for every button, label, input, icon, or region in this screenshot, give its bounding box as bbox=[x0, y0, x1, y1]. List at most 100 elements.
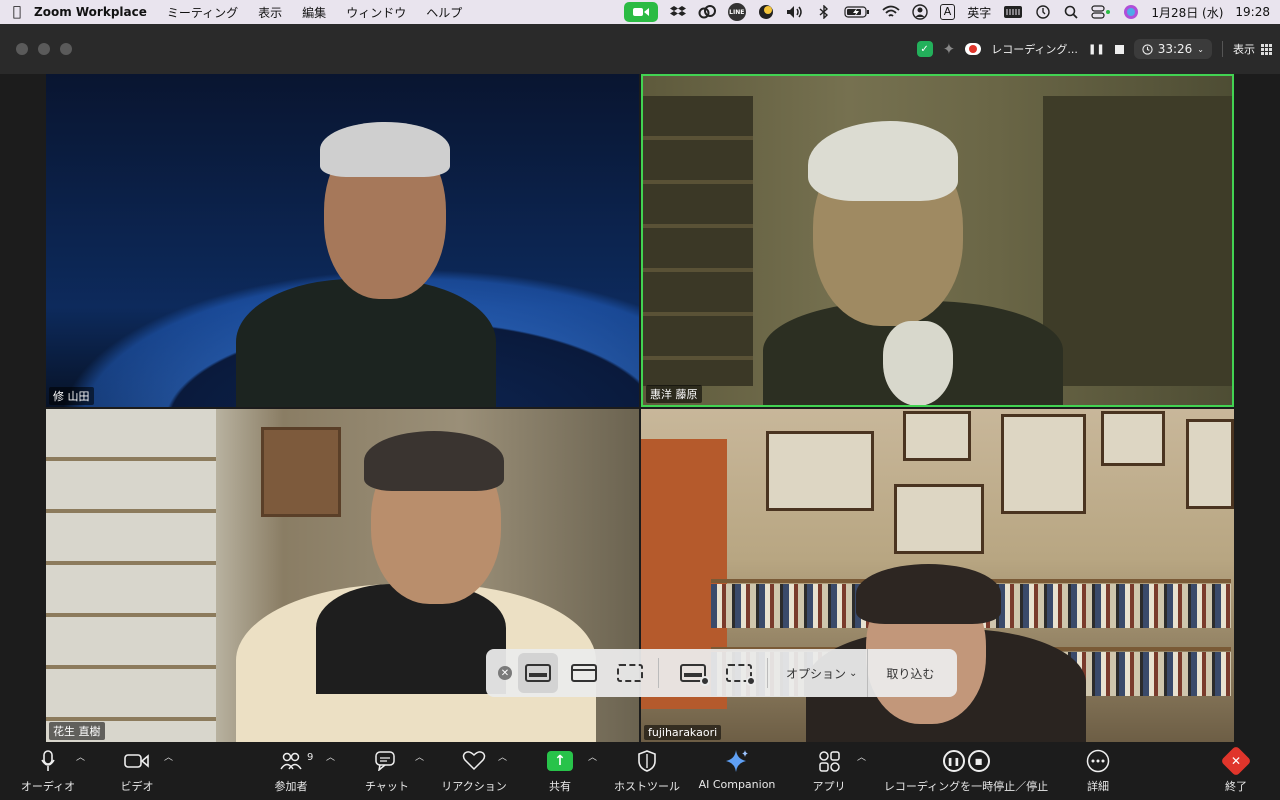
ai-companion-label: AI Companion bbox=[698, 778, 776, 791]
input-mode-label[interactable]: 英字 bbox=[967, 4, 991, 21]
chat-options-caret[interactable]: ︿ bbox=[415, 750, 424, 763]
host-tools-button[interactable]: ホストツール bbox=[612, 742, 682, 800]
end-x-icon: ✕ bbox=[1220, 745, 1252, 777]
end-meeting-button[interactable]: ✕ 終了 bbox=[1218, 742, 1254, 800]
full-screen-icon bbox=[525, 664, 551, 682]
window-title-bar: ✓ ✦ レコーディング... ❚❚ 33:26 ⌄ 表示 bbox=[0, 24, 1280, 74]
participants-options-caret[interactable]: ︿ bbox=[326, 750, 335, 763]
line-app-icon[interactable]: LINE bbox=[727, 3, 746, 21]
share-window-button[interactable] bbox=[564, 653, 604, 693]
control-center-icon[interactable] bbox=[1091, 5, 1111, 19]
toolbar-divider bbox=[658, 658, 659, 688]
menu-bar-date[interactable]: 1月28日 (水) bbox=[1151, 4, 1223, 21]
share-label: 共有 bbox=[549, 780, 571, 793]
spotlight-search-icon[interactable] bbox=[1063, 5, 1079, 19]
window-minimize-button[interactable] bbox=[38, 43, 50, 55]
moon-weather-icon[interactable] bbox=[758, 4, 774, 20]
more-label: 詳細 bbox=[1087, 780, 1109, 793]
recording-status-label[interactable]: レコーディング... bbox=[991, 41, 1078, 57]
menu-edit[interactable]: 編集 bbox=[302, 4, 326, 21]
participants-label: 参加者 bbox=[274, 780, 308, 793]
video-options-caret[interactable]: ︿ bbox=[164, 750, 173, 763]
meeting-timer[interactable]: 33:26 ⌄ bbox=[1133, 39, 1212, 59]
participant-name-label: fujiharakaori bbox=[644, 725, 722, 740]
more-button[interactable]: 詳細 bbox=[1082, 742, 1114, 800]
app-menu-zoom[interactable]: Zoom Workplace bbox=[34, 5, 147, 19]
menu-bar-time[interactable]: 19:28 bbox=[1235, 5, 1270, 19]
record-portion-button[interactable] bbox=[719, 653, 759, 693]
view-label: 表示 bbox=[1233, 43, 1255, 56]
picture-frame bbox=[1101, 411, 1165, 466]
keyboard-icon[interactable] bbox=[1003, 5, 1023, 19]
video-tile-participant-2-active-speaker[interactable]: 惠洋 藤原 bbox=[641, 74, 1234, 407]
ai-companion-button[interactable]: AI Companion bbox=[694, 742, 780, 800]
dropbox-icon[interactable] bbox=[669, 5, 686, 19]
options-dropdown[interactable]: オプション ⌄ bbox=[776, 665, 867, 682]
share-portion-button[interactable] bbox=[610, 653, 650, 693]
user-account-icon[interactable] bbox=[912, 4, 928, 20]
share-screen-toolbar: ✕ オプション ⌄ 取り込む bbox=[486, 649, 957, 697]
menu-view[interactable]: 表示 bbox=[258, 4, 282, 21]
close-toolbar-icon[interactable]: ✕ bbox=[498, 666, 512, 680]
record-full-screen-button[interactable] bbox=[673, 653, 713, 693]
apps-button[interactable]: アプリ bbox=[810, 742, 848, 800]
zoom-status-camera-icon[interactable] bbox=[623, 2, 658, 22]
video-camera-icon bbox=[124, 746, 150, 776]
participant-name-label: 修 山田 bbox=[49, 387, 94, 405]
picture-frame bbox=[766, 431, 874, 511]
chat-button[interactable]: チャット bbox=[360, 742, 414, 800]
window-zoom-button[interactable] bbox=[60, 43, 72, 55]
microphone-icon bbox=[41, 746, 55, 776]
clock-icon bbox=[1142, 43, 1153, 55]
audio-options-caret[interactable]: ︿ bbox=[76, 750, 85, 763]
audio-label: オーディオ bbox=[20, 780, 76, 793]
audio-button[interactable]: オーディオ bbox=[18, 742, 78, 800]
ai-companion-status-icon[interactable]: ✦ bbox=[943, 40, 956, 58]
apple-menu-icon[interactable]:  bbox=[0, 4, 34, 20]
more-ellipsis-icon bbox=[1086, 746, 1110, 776]
participant-3-hair bbox=[364, 431, 504, 491]
time-machine-icon[interactable] bbox=[1035, 4, 1051, 20]
menu-bar-status-area: LINE A 英字 1月28日 (水) 19:28 bbox=[623, 0, 1270, 24]
video-tile-participant-1[interactable]: 修 山田 bbox=[46, 74, 639, 407]
menu-meeting[interactable]: ミーティング bbox=[167, 4, 238, 21]
record-selection-icon bbox=[726, 664, 756, 686]
recording-pause-icon[interactable]: ❚❚ bbox=[1088, 44, 1105, 55]
reactions-options-caret[interactable]: ︿ bbox=[498, 750, 507, 763]
participant-name-label: 花生 直樹 bbox=[49, 722, 105, 740]
share-icon-wrapper: ↑ bbox=[547, 746, 573, 776]
capture-button[interactable]: 取り込む bbox=[867, 649, 952, 697]
recording-stop-icon[interactable] bbox=[1114, 44, 1124, 54]
encryption-shield-icon[interactable]: ✓ bbox=[916, 41, 933, 57]
wifi-icon[interactable] bbox=[882, 5, 900, 19]
volume-icon[interactable] bbox=[786, 5, 804, 19]
window-icon bbox=[571, 664, 597, 682]
share-full-screen-button[interactable] bbox=[518, 653, 558, 693]
ai-sparkle-icon bbox=[724, 746, 750, 776]
participant-2-beard bbox=[883, 321, 953, 405]
siri-icon[interactable] bbox=[1123, 4, 1139, 20]
creative-cloud-icon[interactable] bbox=[698, 5, 716, 19]
share-options-caret[interactable]: ︿ bbox=[588, 750, 597, 763]
background-door bbox=[1043, 96, 1232, 386]
input-mode-letter[interactable]: A bbox=[939, 4, 956, 20]
menu-window[interactable]: ウィンドウ bbox=[346, 4, 406, 21]
picture-frame bbox=[903, 411, 971, 461]
share-button[interactable]: ↑ 共有 bbox=[540, 742, 580, 800]
participants-button[interactable]: 参加者 bbox=[268, 742, 314, 800]
menu-help[interactable]: ヘルプ bbox=[426, 4, 462, 21]
video-button[interactable]: ビデオ bbox=[112, 742, 162, 800]
recording-controls-icon-wrapper: ❚❚ ■ bbox=[942, 746, 990, 776]
window-close-button[interactable] bbox=[16, 43, 28, 55]
bluetooth-icon[interactable] bbox=[816, 5, 832, 19]
battery-icon[interactable] bbox=[844, 6, 870, 18]
end-icon-wrapper: ✕ bbox=[1220, 745, 1252, 777]
chevron-down-icon: ⌄ bbox=[849, 667, 858, 679]
bookshelf bbox=[643, 96, 753, 386]
recording-pause-stop-button[interactable]: ❚❚ ■ レコーディングを一時停止／停止 bbox=[880, 742, 1052, 800]
apps-options-caret[interactable]: ︿ bbox=[857, 750, 866, 763]
apps-icon bbox=[818, 746, 840, 776]
chat-bubble-icon bbox=[375, 746, 399, 776]
view-toggle-button[interactable]: 表示 bbox=[1222, 41, 1272, 57]
picture-frame bbox=[894, 484, 984, 554]
